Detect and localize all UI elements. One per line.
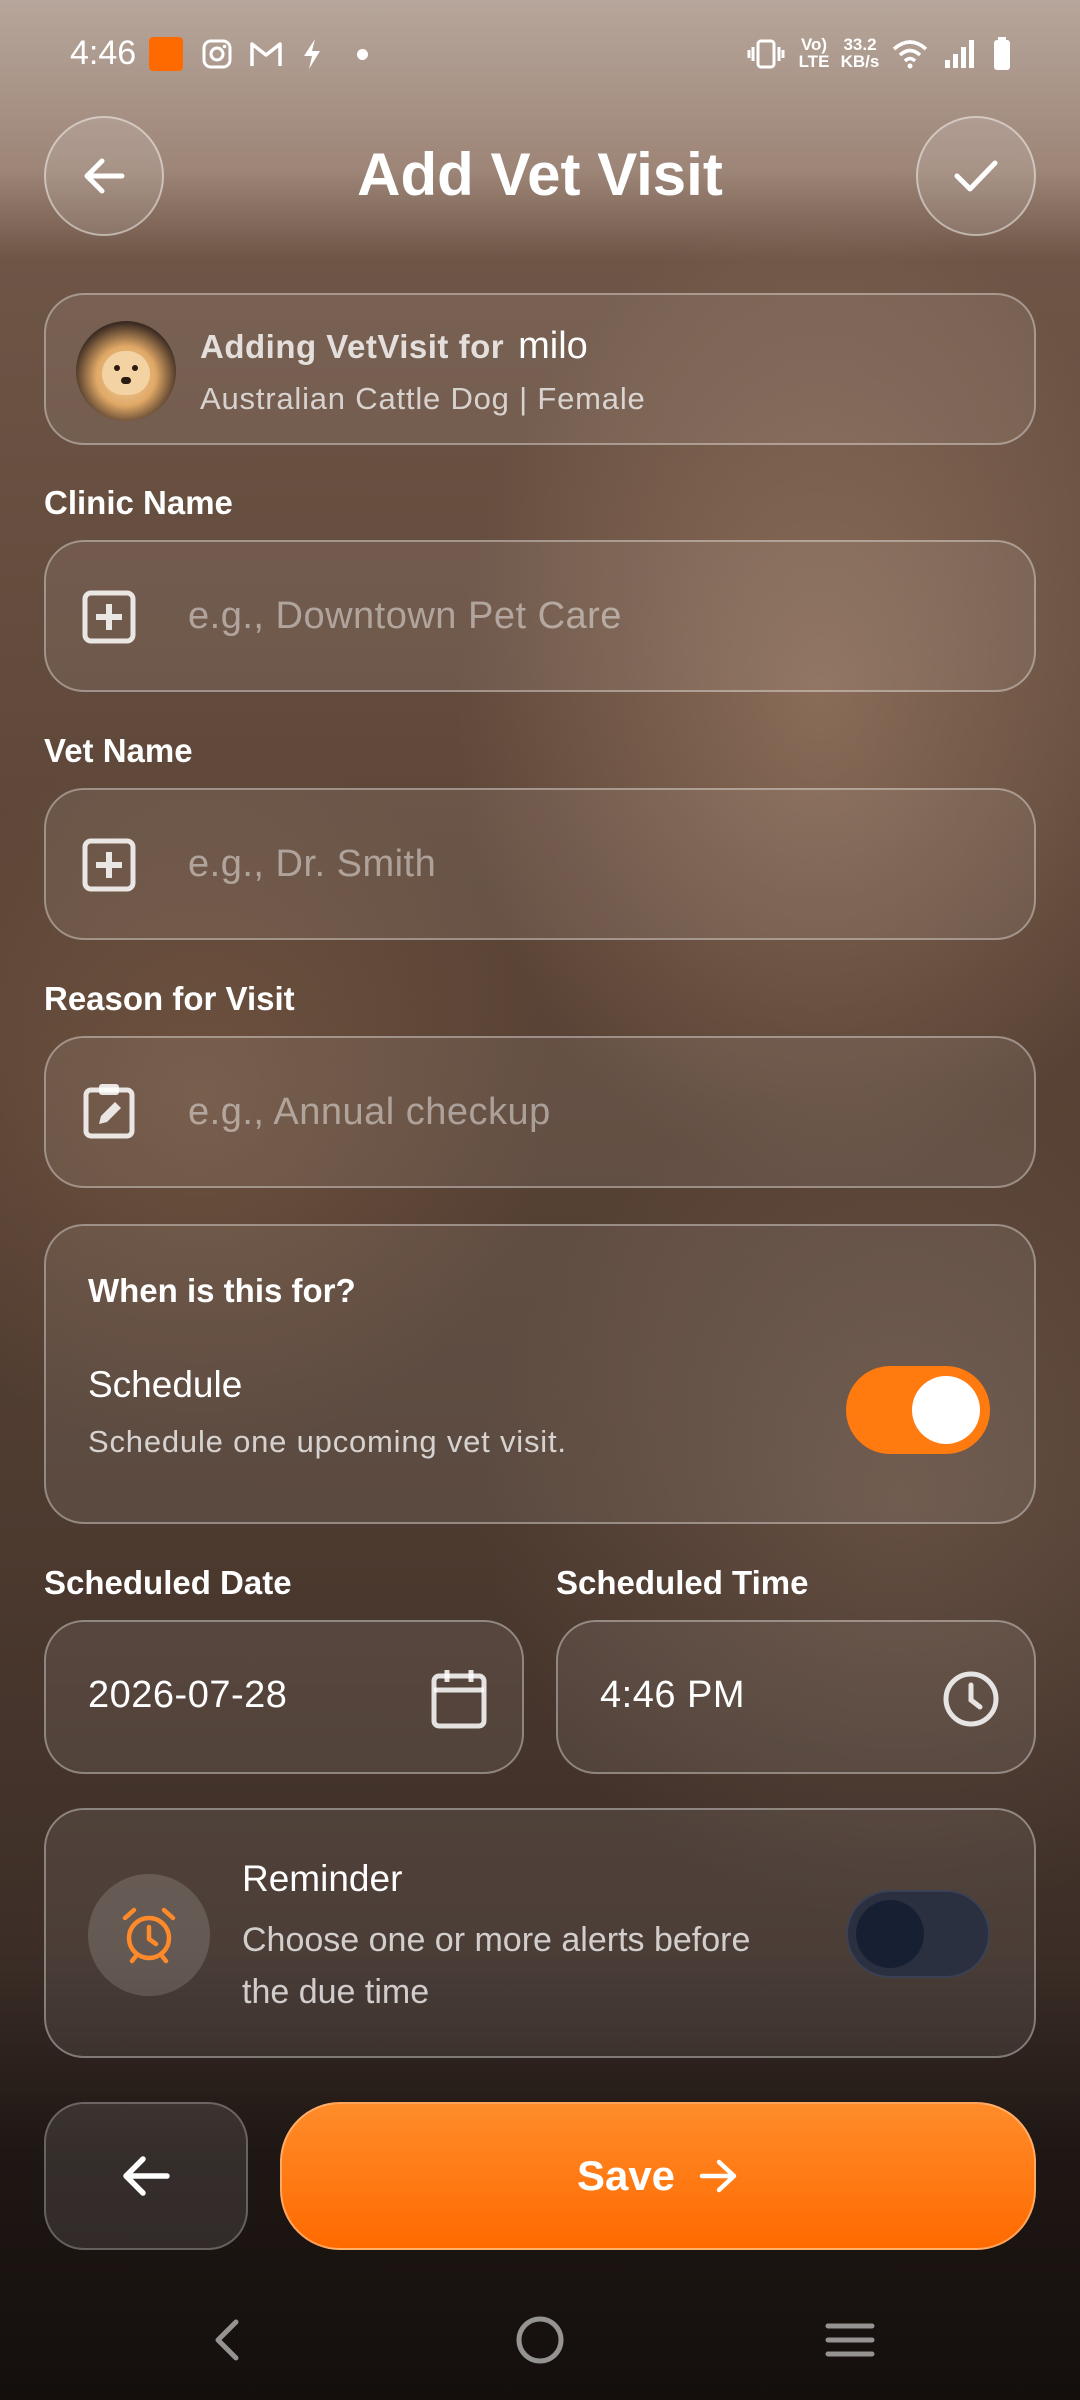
- vet-name-label: Vet Name: [44, 732, 193, 769]
- medical-plus-icon: [82, 838, 136, 892]
- pet-card: Adding VetVisit for milo Australian Catt…: [44, 293, 1036, 445]
- scheduled-time-value: 4:46 PM: [600, 1674, 746, 1716]
- when-heading: When is this for?: [88, 1272, 356, 1309]
- speed-value: 33.2: [843, 35, 877, 54]
- dot-icon: [352, 38, 372, 70]
- scheduled-date-value: 2026-07-28: [88, 1674, 288, 1716]
- clock-icon: [942, 1670, 1000, 1733]
- clinic-name-field[interactable]: e.g., Downtown Pet Care: [44, 540, 1036, 692]
- arrow-left-icon: [123, 2156, 170, 2196]
- home-circle-icon: [516, 2316, 564, 2364]
- reminder-description: Choose one or more alerts before the due…: [242, 1914, 750, 2018]
- reason-placeholder: e.g., Annual checkup: [188, 1091, 551, 1133]
- vibrate-icon: [746, 38, 786, 70]
- previous-button[interactable]: [44, 2102, 248, 2250]
- schedule-description: Schedule one upcoming vet visit.: [88, 1424, 567, 1459]
- bolt-icon: [298, 38, 326, 70]
- scheduled-date-field[interactable]: 2026-07-28: [44, 1620, 524, 1774]
- vet-name-placeholder: e.g., Dr. Smith: [188, 843, 437, 885]
- chevron-left-icon: [215, 2319, 239, 2361]
- reason-label: Reason for Visit: [44, 980, 295, 1017]
- clinic-name-label: Clinic Name: [44, 484, 233, 521]
- signal-icon: [942, 38, 978, 70]
- reminder-desc-line2: the due time: [242, 1973, 430, 2011]
- check-icon: [954, 160, 998, 192]
- nav-back-button[interactable]: [200, 2312, 256, 2373]
- reminder-title: Reminder: [242, 1858, 403, 1899]
- alarm-icon: [88, 1874, 210, 1996]
- save-button[interactable]: Save: [280, 2102, 1036, 2250]
- vet-name-field[interactable]: e.g., Dr. Smith: [44, 788, 1036, 940]
- when-card: When is this for? Schedule Schedule one …: [44, 1224, 1036, 1524]
- confirm-button[interactable]: [916, 116, 1036, 236]
- save-label: Save: [576, 2152, 676, 2199]
- pet-details: Australian Cattle Dog | Female: [200, 381, 646, 416]
- system-nav-bar: [0, 2290, 1080, 2400]
- instagram-icon: [200, 38, 234, 70]
- reminder-toggle[interactable]: [846, 1890, 990, 1978]
- schedule-toggle[interactable]: [846, 1366, 990, 1454]
- gmail-icon: [248, 38, 284, 70]
- scheduled-time-label: Scheduled Time: [556, 1564, 809, 1601]
- wifi-icon: [890, 38, 930, 70]
- clipboard-edit-icon: [82, 1084, 136, 1139]
- schedule-title: Schedule: [88, 1364, 243, 1405]
- nav-recents-button[interactable]: [822, 2312, 878, 2373]
- app-notification-icon: [148, 37, 184, 71]
- volte-indicator: Vo) LTE: [794, 36, 834, 70]
- network-speed: 33.2 KB/s: [836, 36, 884, 70]
- toggle-knob: [856, 1900, 924, 1968]
- calendar-icon: [430, 1668, 488, 1735]
- volte-text: Vo): [800, 35, 828, 54]
- medical-plus-icon: [82, 590, 136, 644]
- reminder-desc-line1: Choose one or more alerts before: [242, 1921, 751, 1959]
- menu-icon: [825, 2323, 875, 2357]
- toggle-knob: [912, 1376, 980, 1444]
- adding-prefix: Adding VetVisit for: [200, 328, 505, 365]
- pet-name: milo: [518, 325, 588, 367]
- reminder-card: Reminder Choose one or more alerts befor…: [44, 1808, 1036, 2058]
- speed-unit: KB/s: [840, 52, 880, 71]
- pet-avatar: [76, 321, 176, 421]
- lte-text: LTE: [798, 52, 830, 71]
- arrow-right-icon: [699, 2159, 737, 2193]
- battery-icon: [990, 37, 1014, 70]
- scheduled-time-field[interactable]: 4:46 PM: [556, 1620, 1036, 1774]
- status-bar: 4:46 Vo) LTE 33.2 KB/s: [0, 0, 1080, 110]
- scheduled-date-label: Scheduled Date: [44, 1564, 292, 1601]
- reason-field[interactable]: e.g., Annual checkup: [44, 1036, 1036, 1188]
- status-time: 4:46: [70, 34, 137, 72]
- clinic-name-placeholder: e.g., Downtown Pet Care: [188, 595, 622, 637]
- pet-card-heading: Adding VetVisit for milo: [200, 325, 588, 368]
- nav-home-button[interactable]: [512, 2312, 568, 2373]
